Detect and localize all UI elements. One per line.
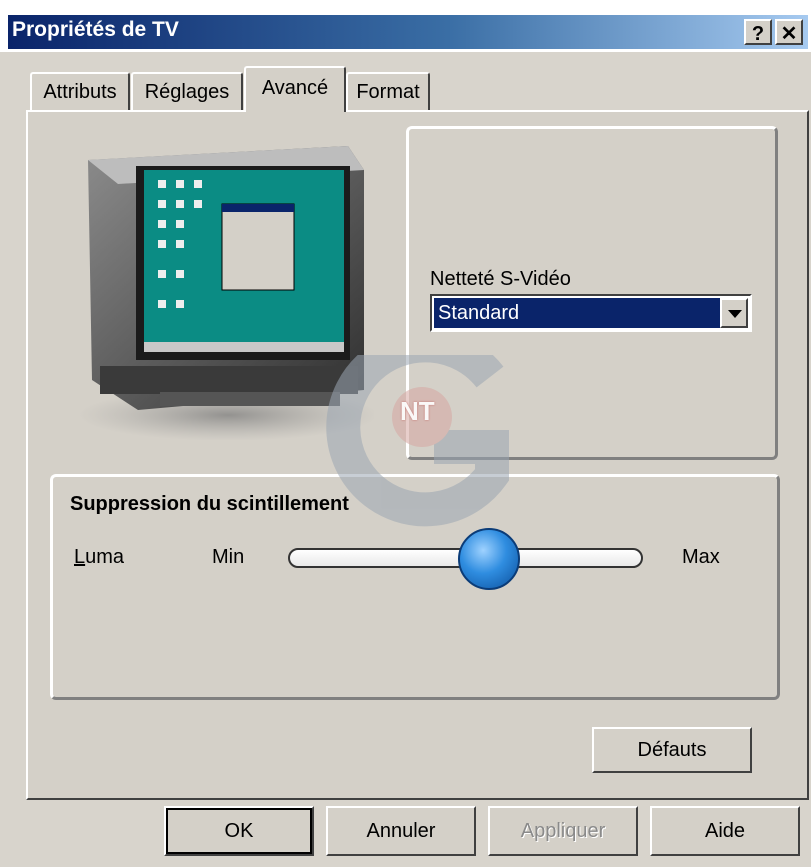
slider-min-label: Min [212,546,245,568]
cancel-button-label: Annuler [366,820,436,842]
tab-label: Attributs [43,81,117,103]
cancel-button[interactable]: Annuler [326,806,476,856]
tab-reglages[interactable]: Réglages [131,72,243,110]
ok-button[interactable]: OK [164,806,314,856]
tab-format[interactable]: Format [346,72,430,110]
tab-avance[interactable]: Avancé [244,66,346,112]
svideo-label: Netteté S-Vidéo [430,268,571,290]
defaults-button-label: Défauts [637,739,707,761]
close-icon: ✕ [780,23,798,45]
apply-button-label: Appliquer [520,820,606,842]
apply-button[interactable]: Appliquer [488,806,638,856]
watermark-logo [326,355,509,527]
title-bar[interactable]: Propriétés de TV ? ✕ [0,0,811,52]
defaults-button[interactable]: Défauts [592,727,752,773]
luma-label-rest: uma [85,546,125,568]
luma-label-accel: L [74,546,86,568]
ok-button-label: OK [224,820,254,842]
tab-attributs[interactable]: Attributs [30,72,130,110]
tab-label: Réglages [144,81,230,103]
close-button[interactable]: ✕ [775,19,803,45]
svideo-selected-value: Standard [434,298,724,328]
window-title: Propriétés de TV [12,18,179,41]
tab-label: Avancé [261,77,329,99]
help-button-label: Aide [704,820,746,842]
chevron-down-icon[interactable] [720,298,748,328]
help-icon: ? [751,23,765,45]
tab-label: Format [356,81,420,103]
flicker-title: Suppression du scintillement [70,493,349,515]
help-title-button[interactable]: ? [744,19,772,45]
help-button[interactable]: Aide [650,806,800,856]
svideo-sharpness-select[interactable]: Standard [430,294,752,332]
luma-slider-thumb[interactable] [457,528,520,590]
slider-max-label: Max [682,546,720,568]
luma-label: Luma [74,546,124,569]
watermark-text: NT [400,396,435,426]
